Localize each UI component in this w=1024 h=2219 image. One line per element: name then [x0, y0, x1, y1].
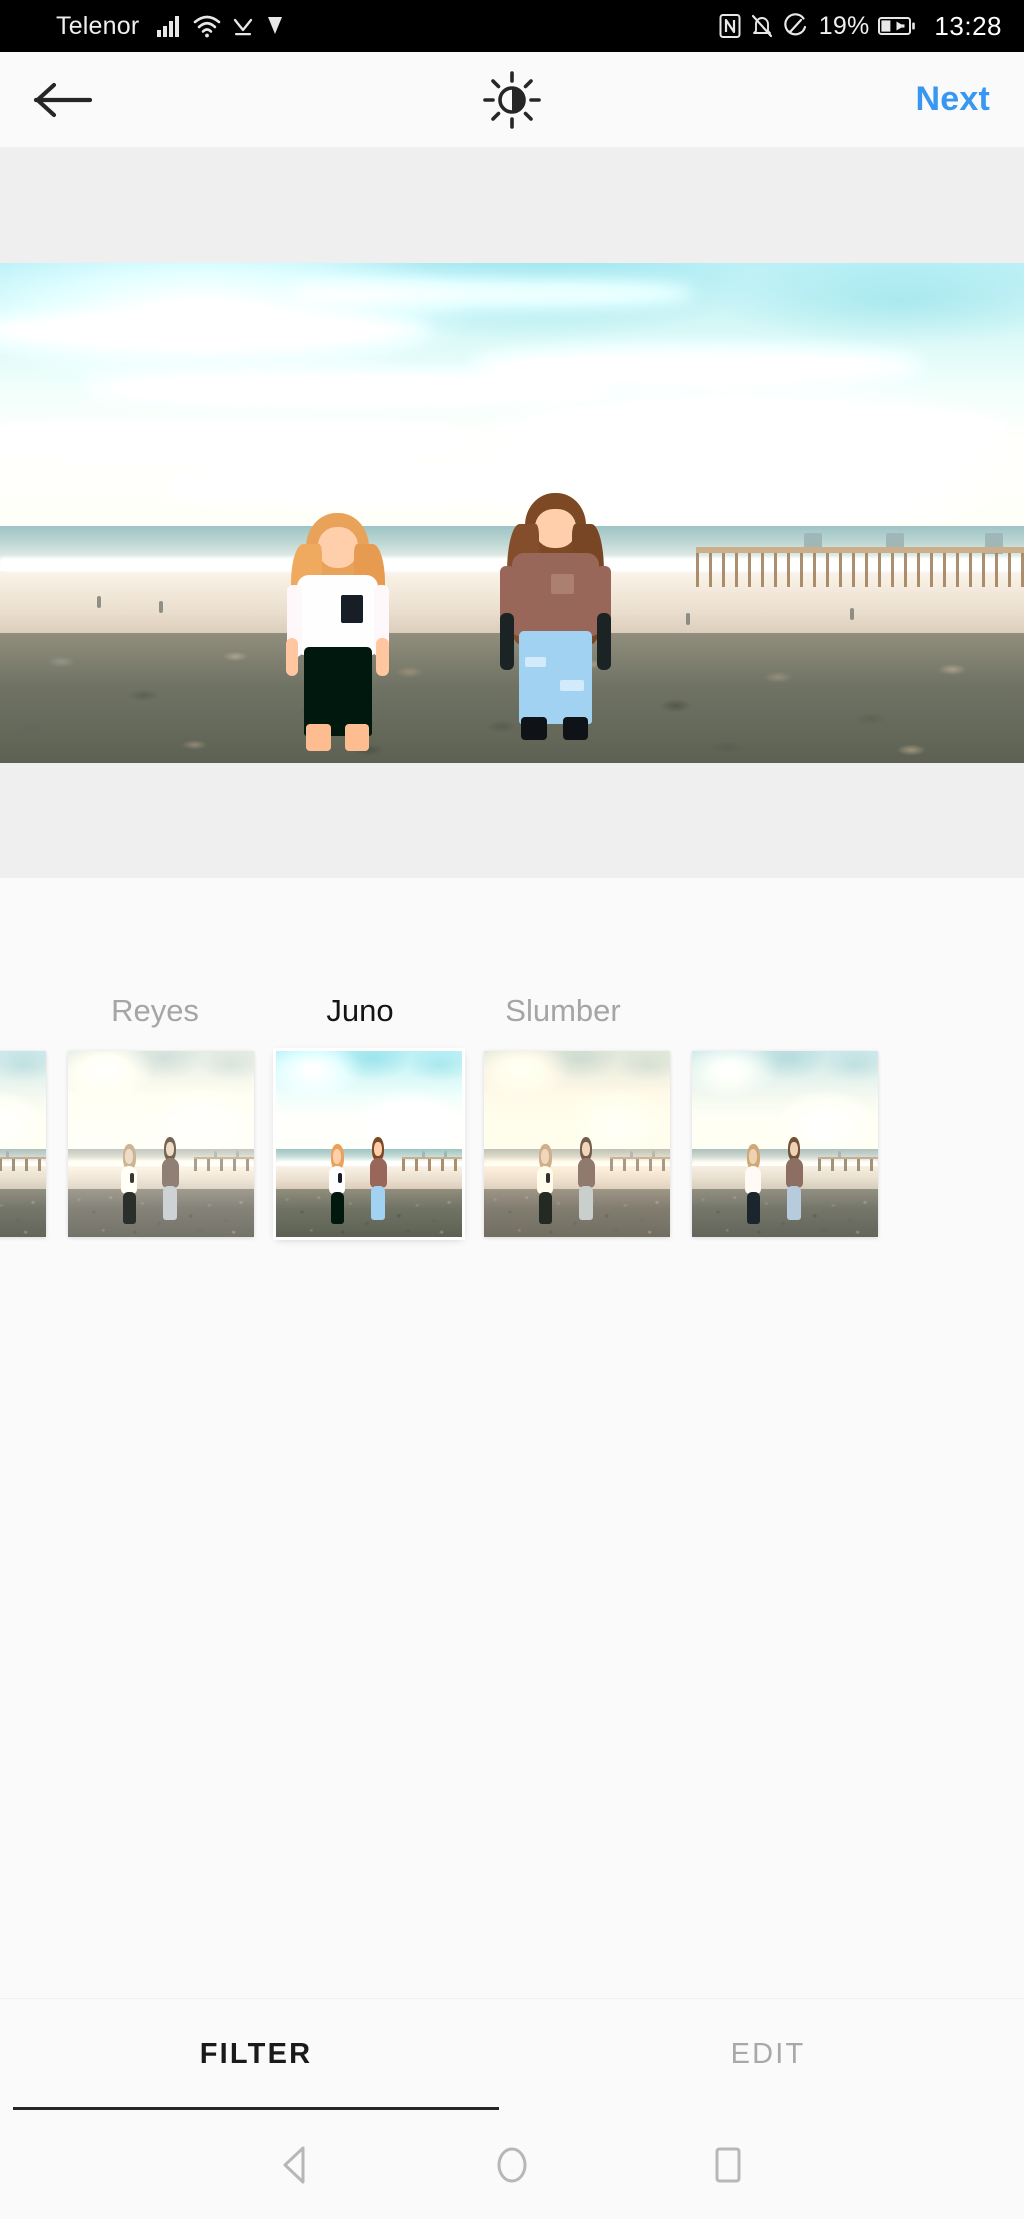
android-recents-button[interactable] [685, 2122, 771, 2208]
nfc-icon [719, 14, 741, 38]
battery-charging-icon [878, 17, 916, 35]
carrier-label: Telenor [56, 11, 140, 40]
next-button[interactable]: Next [912, 72, 995, 127]
status-bar-left: Telenor [56, 12, 285, 41]
filter-thumbnail-strip[interactable] [0, 1048, 1024, 1240]
filter-label-row: Reyes Juno Slumber [0, 993, 1024, 1043]
signal-bars-icon [157, 16, 180, 37]
back-arrow-icon [33, 82, 93, 117]
filter-section: Reyes Juno Slumber [0, 878, 1024, 1438]
lux-icon [483, 70, 541, 129]
status-bar: Telenor 19% 13:28 [0, 0, 1024, 52]
android-back-button[interactable] [253, 2122, 339, 2208]
filter-label-juno[interactable]: Juno [326, 993, 393, 1029]
edited-photo [0, 263, 1024, 763]
filter-thumbnail-juno[interactable] [273, 1048, 465, 1240]
lux-button[interactable] [472, 60, 552, 140]
filter-thumbnail[interactable] [692, 1051, 878, 1237]
photo-pier [696, 533, 1024, 588]
battery-percent-label: 19% [818, 11, 870, 40]
editor-tab-bar: FILTER EDIT [0, 1998, 1024, 2110]
wifi-icon [194, 15, 221, 38]
filter-thumbnail[interactable] [0, 1051, 46, 1237]
tab-filter[interactable]: FILTER [0, 1999, 512, 2110]
android-back-icon [283, 2146, 305, 2183]
download-icon [234, 18, 253, 36]
phone-screen: Telenor 19% 13:28 Next Reyes Juno Slumbe… [0, 0, 1024, 2219]
photo-person-right [497, 493, 615, 753]
photo-preview-area [0, 148, 1024, 878]
vpn-icon [268, 17, 283, 34]
android-recents-icon [715, 2147, 741, 2182]
android-home-icon [497, 2147, 527, 2182]
filter-thumbnail-reyes[interactable] [68, 1051, 254, 1237]
data-saver-icon [784, 13, 806, 36]
android-navigation-bar [0, 2110, 1024, 2219]
editor-top-bar: Next [0, 52, 1024, 148]
filter-label-slumber[interactable]: Slumber [505, 993, 620, 1029]
status-bar-right: 19% 13:28 [719, 11, 1002, 42]
clock-label: 13:28 [934, 10, 1002, 41]
notifications-silenced-icon [751, 14, 772, 38]
android-home-button[interactable] [469, 2122, 555, 2208]
filter-label-reyes[interactable]: Reyes [111, 993, 199, 1029]
photo-canvas[interactable] [0, 263, 1024, 763]
photo-person-left [282, 513, 395, 753]
back-button[interactable] [26, 63, 100, 137]
tab-edit[interactable]: EDIT [512, 1999, 1024, 2110]
filter-thumbnail-slumber[interactable] [484, 1051, 670, 1237]
